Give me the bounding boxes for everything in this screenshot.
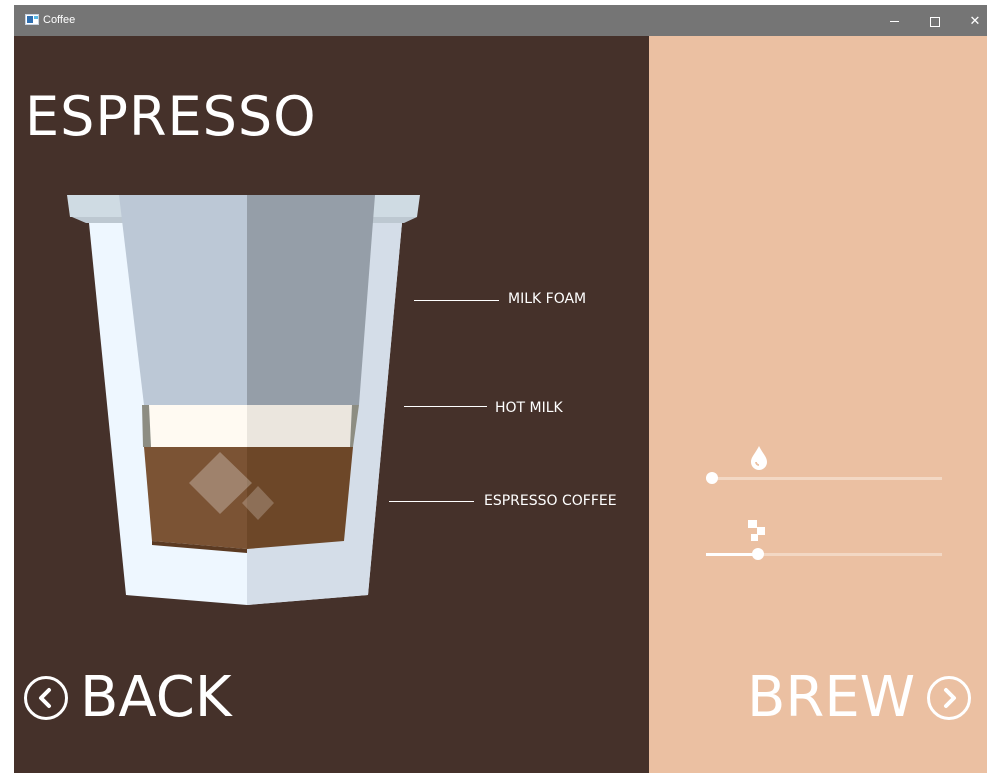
sugar-cubes-icon [747, 519, 773, 545]
brew-label: BREW [747, 665, 916, 730]
sugar-amount-slider[interactable] [706, 544, 942, 564]
close-icon[interactable]: ✕ [961, 11, 987, 31]
milk-foam-label: MILK FOAM [508, 291, 587, 307]
hot-milk-label: HOT MILK [495, 400, 563, 416]
back-button[interactable]: BACK [24, 658, 232, 738]
espresso-coffee-label: ESPRESSO COFFEE [484, 493, 617, 509]
espresso-coffee-leader-line [389, 501, 474, 502]
water-slider-thumb[interactable] [706, 472, 718, 484]
title-bar[interactable]: Coffee ✕ [14, 5, 987, 36]
brew-button[interactable]: BREW [747, 658, 972, 738]
app-icon [25, 14, 39, 25]
coffee-window: Coffee ✕ ESPRESSO MILK FOAM HOT MILK ESP… [14, 5, 987, 773]
hot-milk-leader-line [404, 406, 487, 407]
chevron-right-icon [927, 676, 972, 720]
milk-foam-leader-line [414, 300, 499, 301]
back-label: BACK [80, 665, 232, 730]
espresso-cup-illustration [67, 195, 420, 605]
water-amount-slider[interactable] [706, 468, 942, 488]
hot-milk-layer [149, 405, 247, 447]
chevron-left-icon [24, 676, 68, 720]
sugar-slider-thumb[interactable] [752, 548, 764, 560]
minimize-icon[interactable] [880, 11, 908, 31]
window-title: Coffee [43, 14, 76, 26]
drink-title: ESPRESSO [25, 85, 317, 148]
maximize-icon[interactable] [921, 11, 949, 31]
